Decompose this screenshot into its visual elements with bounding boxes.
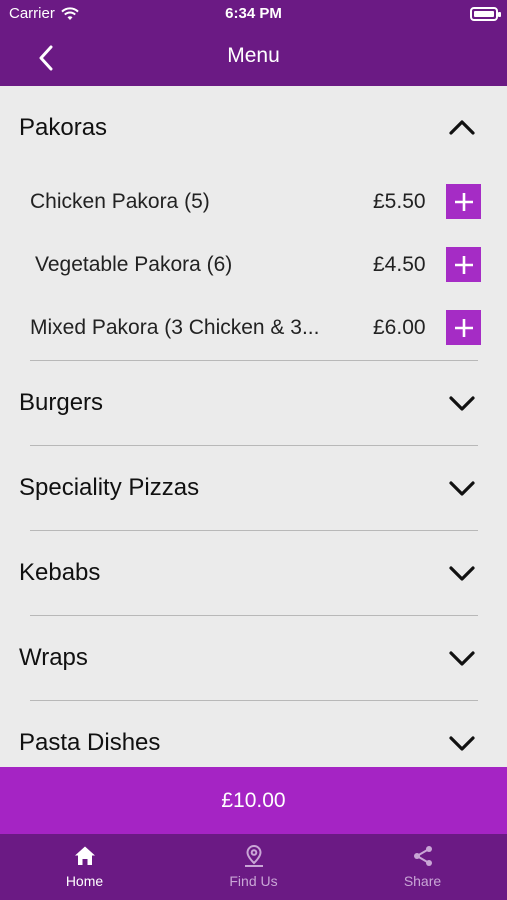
plus-icon [454, 255, 473, 274]
location-pin-icon [244, 844, 263, 867]
status-time: 6:34 PM [225, 5, 282, 22]
chevron-down-icon [449, 651, 475, 666]
chevron-down-icon [449, 396, 475, 411]
tab-label: Share [403, 873, 442, 889]
add-item-button[interactable] [446, 247, 481, 282]
chevron-down-icon [449, 736, 475, 751]
tab-home[interactable]: Home [0, 834, 169, 900]
home-icon [74, 846, 95, 865]
section-title: Pasta Dishes [19, 729, 161, 756]
item-name: Vegetable Pakora (6) [35, 253, 233, 276]
section-header-kebabs[interactable]: Kebabs [0, 531, 507, 615]
plus-icon [454, 318, 473, 337]
item-name: Chicken Pakora (5) [30, 190, 210, 213]
section-header-burgers[interactable]: Burgers [0, 361, 507, 445]
share-icon [413, 846, 432, 866]
chevron-down-icon [449, 481, 475, 496]
menu-list[interactable]: Pakoras Chicken Pakora (5) £5.50 Vegetab… [0, 86, 507, 767]
basket-total-button[interactable]: £10.00 [0, 767, 507, 834]
tab-label: Home [65, 873, 104, 889]
section-header-speciality-pizzas[interactable]: Speciality Pizzas [0, 446, 507, 530]
chevron-up-icon [449, 120, 475, 135]
section-title: Burgers [19, 389, 104, 416]
basket-total: £10.00 [221, 788, 286, 812]
section-title: Wraps [19, 644, 88, 671]
section-title: Pakoras [19, 114, 108, 141]
tab-find-us[interactable]: Find Us [169, 834, 338, 900]
item-price: £6.00 [373, 316, 426, 339]
page-title: Menu [227, 44, 280, 67]
section-header-pasta-dishes[interactable]: Pasta Dishes [0, 701, 507, 767]
item-price: £5.50 [373, 190, 426, 213]
item-name: Mixed Pakora (3 Chicken & 3... [30, 316, 320, 339]
chevron-down-icon [449, 566, 475, 581]
section-title: Kebabs [19, 559, 101, 586]
tab-bar: Home Find Us Share [0, 834, 507, 900]
status-bar: Carrier 6:34 PM [0, 0, 507, 30]
tab-share[interactable]: Share [338, 834, 507, 900]
section-title: Speciality Pizzas [19, 474, 200, 501]
item-price: £4.50 [373, 253, 426, 276]
add-item-button[interactable] [446, 184, 481, 219]
section-header-wraps[interactable]: Wraps [0, 616, 507, 700]
nav-bar: Menu [0, 30, 507, 86]
plus-icon [454, 192, 473, 211]
section-header-pakoras[interactable]: Pakoras [0, 86, 507, 170]
add-item-button[interactable] [446, 310, 481, 345]
tab-label: Find Us [229, 873, 278, 889]
battery-icon [470, 7, 501, 21]
